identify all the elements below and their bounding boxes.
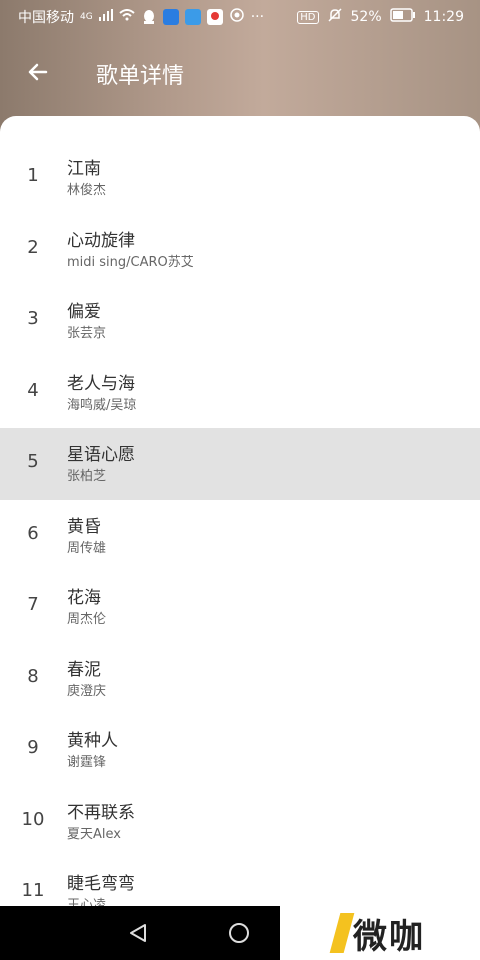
map-pin-icon	[206, 9, 223, 25]
circle-home-icon	[229, 923, 249, 943]
network-type: 4G	[80, 12, 93, 22]
more-indicator: ···	[250, 9, 265, 25]
song-index: 3	[27, 308, 39, 329]
song-index: 4	[27, 379, 39, 401]
app-icon-blue-2	[184, 9, 201, 25]
song-index: 1	[27, 165, 39, 186]
song-title: 春泥	[67, 659, 101, 680]
song-row[interactable]: 7 花海 周杰伦	[0, 571, 480, 643]
clock: 11:29	[423, 9, 464, 25]
song-artist: 周传雄	[67, 540, 107, 556]
song-title: 老人与海	[67, 373, 135, 394]
song-artist: midi sing/CARO苏艾	[67, 254, 194, 270]
song-row[interactable]: 3 偏爱 张芸京	[0, 285, 480, 357]
watermark-text: 微咖	[353, 916, 425, 957]
song-artist: 海鸣威/吴琼	[67, 397, 137, 413]
song-title: 心动旋律	[67, 230, 135, 251]
song-artist: 谢霆锋	[67, 755, 107, 770]
song-index: 11	[21, 880, 45, 901]
song-index: 5	[27, 451, 39, 472]
song-artist: 周杰伦	[67, 612, 107, 627]
watermark-accent	[329, 913, 355, 953]
song-artist: 张芸京	[67, 326, 107, 341]
song-list: 1 江南 林俊杰 2 心动旋律 midi sing/CARO苏艾 3 偏爱 张芸…	[0, 142, 480, 906]
song-title: 江南	[67, 159, 101, 179]
toolbar: 歌单详情	[0, 32, 480, 114]
wifi-icon	[119, 9, 135, 25]
song-index: 2	[27, 236, 39, 258]
song-row[interactable]: 1 江南 林俊杰	[0, 142, 480, 214]
song-row[interactable]: 6 黄昏 周传雄	[0, 500, 480, 572]
song-index: 10	[21, 808, 45, 830]
battery-percent: 52%	[350, 9, 382, 25]
song-title: 黄昏	[67, 516, 101, 537]
signal-icon	[98, 9, 113, 25]
status-bar: 中国移动 4G ··· HD 52% 11:29	[0, 0, 480, 32]
camera-icon	[229, 7, 245, 27]
watermark-logo: 微咖	[280, 906, 480, 960]
arrow-left-icon	[28, 63, 48, 81]
song-title: 星语心愿	[67, 445, 135, 465]
song-row[interactable]: 4 老人与海 海鸣威/吴琼	[0, 357, 480, 429]
song-artist: 庾澄庆	[67, 683, 107, 699]
carrier-label: 中国移动	[18, 10, 74, 26]
song-artist: 张柏芝	[67, 469, 107, 484]
song-row[interactable]: 9 黄种人 谢霆锋	[0, 714, 480, 786]
song-title: 不再联系	[67, 802, 135, 823]
app-icon-blue-1	[162, 9, 179, 25]
song-artist: 王心凌	[67, 898, 107, 906]
song-row[interactable]: 10 不再联系 夏天Alex	[0, 786, 480, 858]
song-row[interactable]: 2 心动旋律 midi sing/CARO苏艾	[0, 214, 480, 286]
song-list-panel: 1 江南 林俊杰 2 心动旋律 midi sing/CARO苏艾 3 偏爱 张芸…	[0, 116, 480, 906]
song-index: 7	[27, 594, 39, 615]
song-row-selected[interactable]: 5 星语心愿 张柏芝	[0, 428, 480, 500]
back-button[interactable]	[16, 50, 60, 94]
nav-back-button[interactable]	[127, 922, 149, 948]
song-title: 花海	[67, 588, 101, 608]
song-row[interactable]: 8 春泥 庾澄庆	[0, 643, 480, 715]
hd-badge: HD	[297, 10, 319, 24]
song-artist: 林俊杰	[67, 183, 107, 198]
song-title: 睫毛弯弯	[67, 874, 135, 894]
triangle-back-icon	[130, 924, 146, 942]
song-index: 9	[27, 737, 39, 758]
page-title: 歌单详情	[96, 64, 185, 89]
mute-icon	[327, 7, 343, 27]
song-index: 8	[27, 665, 39, 687]
nav-home-button[interactable]	[228, 922, 250, 948]
song-title: 黄种人	[67, 731, 118, 751]
battery-icon	[389, 8, 416, 26]
song-index: 6	[27, 522, 39, 544]
qq-icon	[141, 9, 157, 25]
song-title: 偏爱	[67, 302, 101, 322]
song-artist: 夏天Alex	[67, 826, 121, 842]
song-row[interactable]: 11 睫毛弯弯 王心凌	[0, 857, 480, 906]
